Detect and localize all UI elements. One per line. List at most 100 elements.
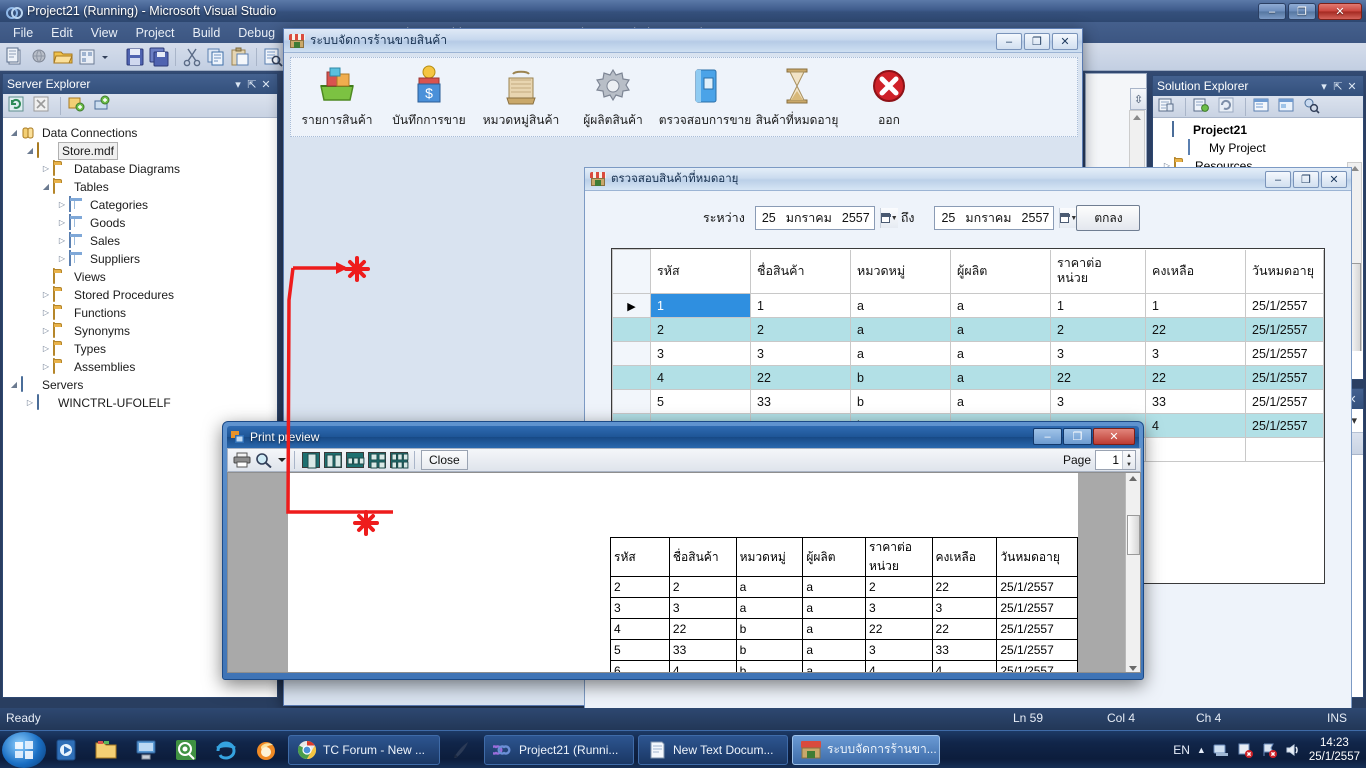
cell-code[interactable]: 1 — [651, 294, 751, 318]
tree-item-winctrl-ufolelf[interactable]: ▷ WINCTRL-UFOLELF — [7, 394, 277, 412]
cut-icon[interactable] — [181, 46, 203, 68]
network-icon[interactable] — [1213, 742, 1230, 758]
cell-code[interactable]: 5 — [651, 390, 751, 414]
twisty-collapsed-icon[interactable]: ▷ — [23, 394, 37, 412]
toolbar-button-sales-record[interactable]: $ บันทึกการขาย — [383, 64, 475, 130]
toolbar-button-categories[interactable]: หมวดหมู่สินค้า — [475, 64, 567, 130]
start-orb-icon[interactable] — [2, 732, 46, 768]
chevron-down-icon[interactable]: ▾ — [1351, 414, 1357, 427]
cell-expiry-date[interactable]: 25/1/2557 — [1246, 414, 1324, 438]
pp-minimize-button[interactable]: – — [1033, 428, 1062, 445]
cell-category[interactable]: a — [851, 318, 951, 342]
cell-unit-price[interactable]: 3 — [1051, 342, 1146, 366]
table-row[interactable]: 5 33 b a 3 33 25/1/2557 — [613, 390, 1324, 414]
print-preview-window-controls[interactable]: – ❐ ✕ — [1033, 428, 1135, 445]
tree-item-store-mdf[interactable]: ◢ Store.mdf — [7, 142, 277, 160]
cell-product-name[interactable]: 2 — [751, 318, 851, 342]
scrollbar-thumb[interactable] — [1127, 515, 1140, 555]
app-maximize-button[interactable]: ❐ — [1024, 33, 1050, 50]
windows-explorer-icon[interactable] — [86, 732, 126, 768]
cell-category[interactable]: b — [851, 366, 951, 390]
date-to-picker[interactable]: 25 มกราคม 2557 ▼ — [934, 206, 1054, 230]
vs-close-button[interactable]: ✕ — [1318, 3, 1362, 20]
cell-remaining[interactable]: 33 — [1146, 390, 1246, 414]
internet-explorer-icon[interactable] — [206, 732, 246, 768]
vs-window-controls[interactable]: – ❐ ✕ — [1258, 3, 1362, 20]
child-minimize-button[interactable]: – — [1265, 171, 1291, 188]
spinner-down-icon[interactable]: ▼ — [1123, 460, 1135, 469]
page-number-value[interactable]: 1 — [1096, 453, 1122, 467]
cell-remaining[interactable]: 1 — [1146, 294, 1246, 318]
tree-item-servers[interactable]: ◢ Servers — [7, 376, 277, 394]
cell-unit-price[interactable]: 2 — [1051, 318, 1146, 342]
cell-remaining[interactable]: 22 — [1146, 318, 1246, 342]
cell-expiry-date[interactable]: 25/1/2557 — [1246, 318, 1324, 342]
show-hidden-icon[interactable]: ▲ — [1197, 745, 1206, 755]
cell-supplier[interactable]: a — [951, 390, 1051, 414]
scroll-up-arrow-icon[interactable] — [1351, 166, 1359, 171]
col-header-supplier[interactable]: ผู้ผลิต — [951, 250, 1051, 294]
tree-item-stored-procedures[interactable]: ▷ Stored Procedures — [7, 286, 277, 304]
menu-view[interactable]: View — [82, 24, 127, 42]
tree-item-database-diagrams[interactable]: ▷ Database Diagrams — [7, 160, 277, 178]
ok-button[interactable]: ตกลง — [1076, 205, 1140, 231]
action-center-icon[interactable] — [1237, 742, 1254, 758]
tree-item-sales[interactable]: ▷ Sales — [7, 232, 277, 250]
cell-expiry-date[interactable] — [1246, 438, 1324, 462]
copy-icon[interactable] — [205, 46, 227, 68]
cell-supplier[interactable]: a — [951, 318, 1051, 342]
cell-remaining[interactable]: 22 — [1146, 366, 1246, 390]
twisty-expanded-icon[interactable]: ◢ — [7, 124, 21, 142]
table-row[interactable]: 2 2 a a 2 22 25/1/2557 — [613, 318, 1324, 342]
find-icon[interactable] — [262, 46, 284, 68]
table-row[interactable]: 3 3 a a 3 3 25/1/2557 — [613, 342, 1324, 366]
server-explorer-toolbar[interactable] — [3, 94, 277, 118]
magnifier-icon[interactable] — [254, 451, 273, 470]
menu-project[interactable]: Project — [127, 24, 184, 42]
tree-item-project21[interactable]: Project21 — [1156, 121, 1363, 139]
cell-supplier[interactable]: a — [951, 342, 1051, 366]
child-close-button[interactable]: ✕ — [1321, 171, 1347, 188]
tree-item-tables[interactable]: ◢ Tables — [7, 178, 277, 196]
server-explorer-tree[interactable]: ◢ Data Connections ◢ Store.mdf ▷ Databas… — [3, 118, 277, 412]
cell-remaining[interactable]: 3 — [1146, 342, 1246, 366]
twisty-collapsed-icon[interactable]: ▷ — [39, 304, 53, 322]
col-header-expiry-date[interactable]: วันหมดอายุ — [1246, 250, 1324, 294]
row-header[interactable] — [613, 342, 651, 366]
tree-item-synonyms[interactable]: ▷ Synonyms — [7, 322, 277, 340]
grid-corner-header[interactable] — [613, 250, 651, 294]
table-row[interactable]: 4 22 b a 22 22 25/1/2557 — [613, 366, 1324, 390]
twisty-expanded-icon[interactable]: ◢ — [39, 178, 53, 196]
view-designer-icon[interactable] — [1277, 96, 1299, 118]
cell-category[interactable]: a — [851, 342, 951, 366]
cell-category[interactable]: a — [851, 294, 951, 318]
tree-item-my-project[interactable]: My Project — [1156, 139, 1363, 157]
toolbar-button-exit[interactable]: ออก — [843, 64, 935, 130]
chevron-down-icon[interactable] — [276, 451, 288, 470]
cell-code[interactable]: 2 — [651, 318, 751, 342]
twisty-collapsed-icon[interactable]: ▷ — [39, 322, 53, 340]
view-code-icon[interactable] — [1252, 96, 1274, 118]
print-preview-toolbar[interactable]: Close Page 1 ▲ ▼ — [227, 448, 1141, 472]
col-header-unit-price[interactable]: ราคาต่อ หน่วย — [1051, 250, 1146, 294]
child-maximize-button[interactable]: ❐ — [1293, 171, 1319, 188]
cell-product-name[interactable]: 33 — [751, 390, 851, 414]
one-page-icon[interactable] — [301, 451, 320, 470]
open-file-icon[interactable] — [52, 46, 74, 68]
pin-icon[interactable]: ⇱ — [245, 78, 259, 91]
cell-supplier[interactable]: a — [951, 366, 1051, 390]
refresh-icon[interactable] — [7, 95, 29, 117]
cell-code[interactable]: 3 — [651, 342, 751, 366]
twisty-collapsed-icon[interactable]: ▷ — [39, 358, 53, 376]
new-project-icon[interactable] — [4, 46, 26, 68]
taskbar-button-pos-app[interactable]: ระบบจัดการร้านขา... — [792, 735, 940, 765]
taskbar-button-notepad[interactable]: New Text Docum... — [638, 735, 788, 765]
twisty-collapsed-icon[interactable]: ▷ — [55, 196, 69, 214]
tree-item-views[interactable]: Views — [7, 268, 277, 286]
tree-item-suppliers[interactable]: ▷ Suppliers — [7, 250, 277, 268]
cell-expiry-date[interactable]: 25/1/2557 — [1246, 342, 1324, 366]
security-icon[interactable] — [166, 732, 206, 768]
twisty-expanded-icon[interactable]: ◢ — [7, 376, 21, 394]
solution-explorer-toolbar[interactable] — [1153, 96, 1363, 118]
cell-product-name[interactable]: 3 — [751, 342, 851, 366]
